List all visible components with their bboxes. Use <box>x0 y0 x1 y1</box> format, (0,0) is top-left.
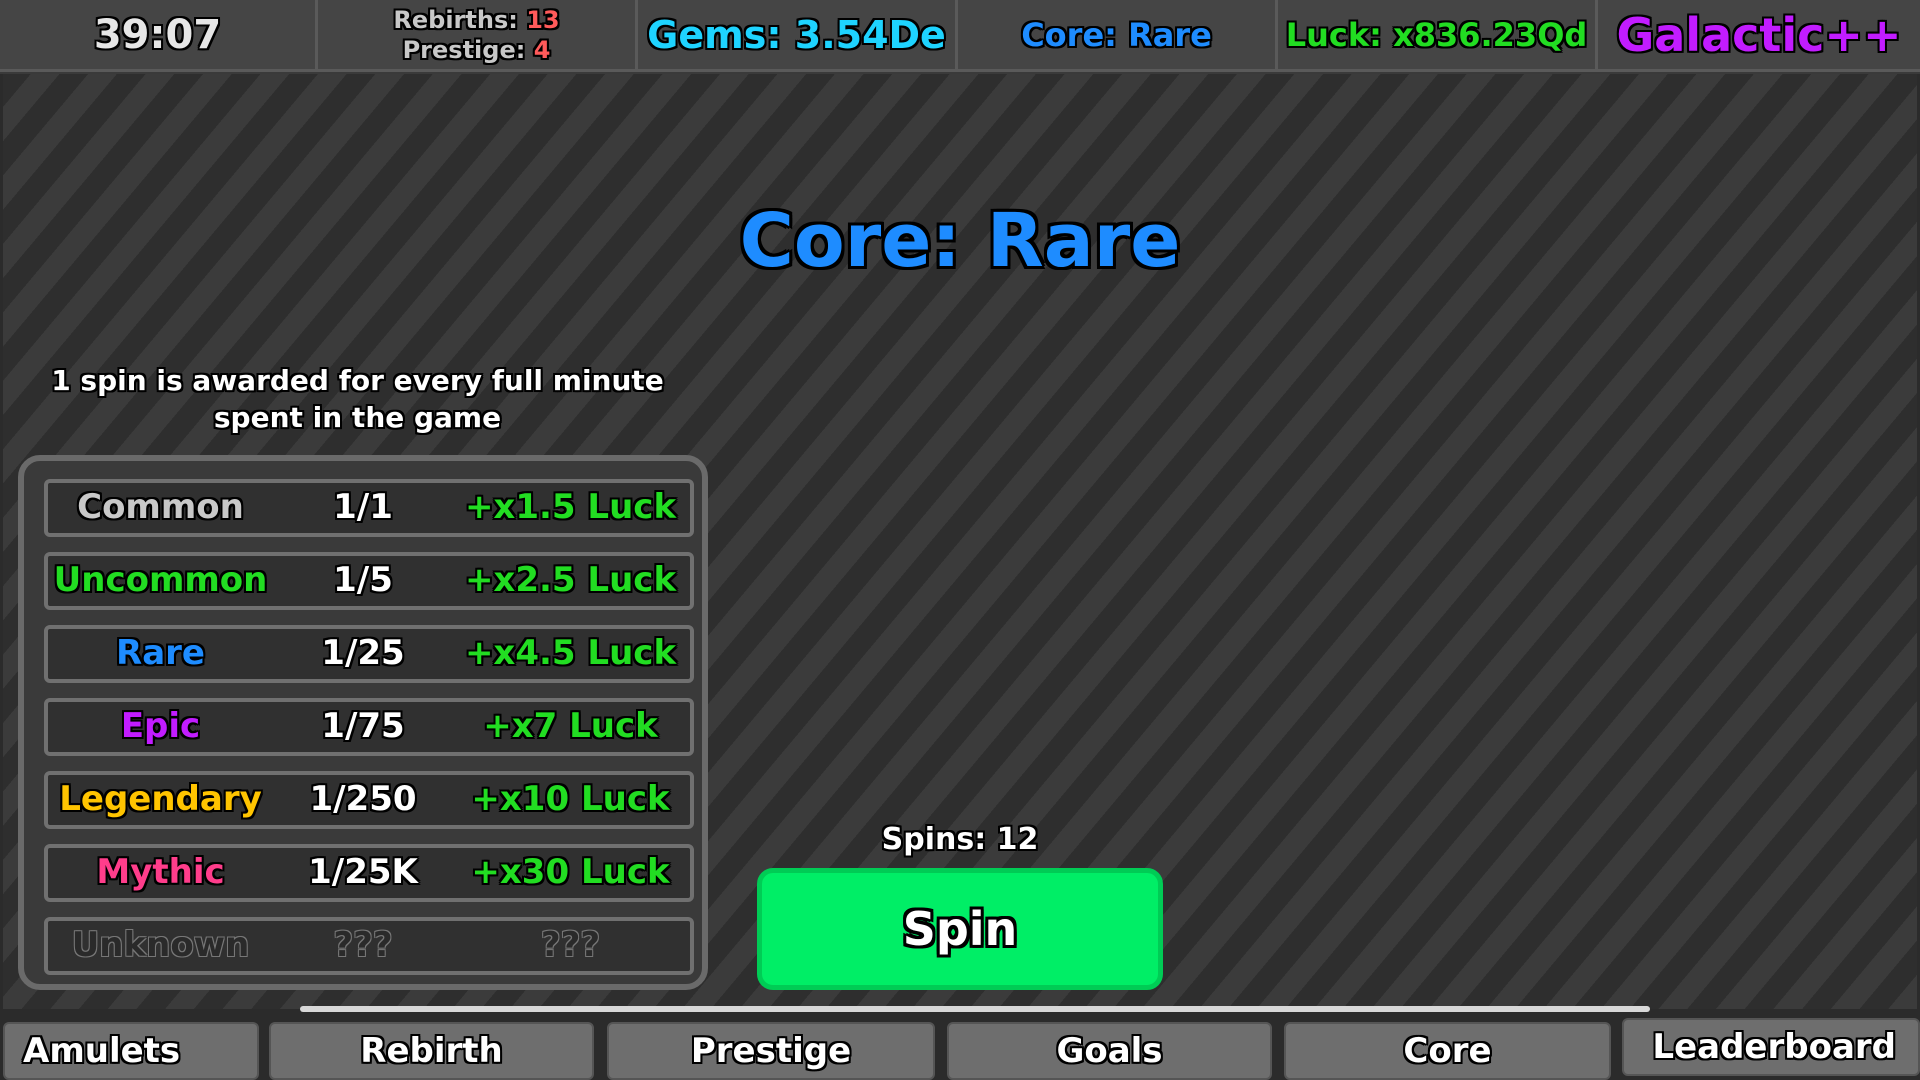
rarity-row-uncommon: Uncommon 1/5 +x2.5 Luck <box>44 552 694 610</box>
tab-goals[interactable]: Goals <box>947 1022 1272 1080</box>
rank-title: Galactic++ <box>1598 0 1920 72</box>
spin-info-text: 1 spin is awarded for every full minute … <box>51 364 664 434</box>
rarity-chance: ??? <box>333 925 393 965</box>
bottom-nav: Amulets Rebirth Prestige Goals Core Lead… <box>0 1012 1920 1080</box>
rarity-chance: 1/25 <box>321 633 405 673</box>
rarity-row-epic: Epic 1/75 +x7 Luck <box>44 698 694 756</box>
tab-core[interactable]: Core <box>1284 1022 1611 1080</box>
rebirths-count: Rebirths: 13 <box>393 5 560 34</box>
rarity-chance: 1/25K <box>308 852 418 892</box>
core-title: Core: Rare <box>739 198 1181 284</box>
rarity-name: Legendary <box>59 779 262 819</box>
rarity-row-rare: Rare 1/25 +x4.5 Luck <box>44 625 694 683</box>
rarity-bonus: +x4.5 Luck <box>464 633 677 673</box>
rarity-row-mythic: Mythic 1/25K +x30 Luck <box>44 844 694 902</box>
rarity-bonus: +x7 Luck <box>483 706 658 746</box>
rarity-table: Common 1/1 +x1.5 Luck Uncommon 1/5 +x2.5… <box>18 455 708 990</box>
rarity-name: Rare <box>116 633 205 673</box>
rarity-name: Uncommon <box>53 560 268 600</box>
rarity-chance: 1/1 <box>333 487 393 527</box>
rebirth-prestige-panel: Rebirths: 13 Prestige: 4 <box>318 0 638 72</box>
rarity-chance: 1/250 <box>309 779 417 819</box>
session-timer: 39:07 <box>0 0 318 72</box>
core-status: Core: Rare <box>958 0 1278 72</box>
rarity-name: Common <box>77 487 244 527</box>
rarity-chance: 1/5 <box>333 560 393 600</box>
rarity-row-common: Common 1/1 +x1.5 Luck <box>44 479 694 537</box>
rarity-row-legendary: Legendary 1/250 +x10 Luck <box>44 771 694 829</box>
top-stats-bar: 39:07 Rebirths: 13 Prestige: 4 Gems: 3.5… <box>0 0 1920 74</box>
prestige-count: Prestige: 4 <box>402 35 551 64</box>
tab-prestige[interactable]: Prestige <box>607 1022 935 1080</box>
gems-counter: Gems: 3.54De <box>638 0 958 72</box>
rarity-bonus: ??? <box>540 925 601 965</box>
spin-button[interactable]: Spin <box>757 868 1163 990</box>
rarity-chance: 1/75 <box>321 706 405 746</box>
rarity-name: Mythic <box>96 852 225 892</box>
rarity-bonus: +x1.5 Luck <box>464 487 677 527</box>
rarity-bonus: +x10 Luck <box>471 779 670 819</box>
luck-multiplier: Luck: x836.23Qd <box>1278 0 1598 72</box>
spins-count: Spins: 12 <box>881 822 1039 857</box>
tab-rebirth[interactable]: Rebirth <box>269 1022 594 1080</box>
rarity-bonus: +x2.5 Luck <box>464 560 677 600</box>
rarity-name: Epic <box>120 706 201 746</box>
rarity-row-unknown: Unknown ??? ??? <box>44 917 694 975</box>
rarity-name: Unknown <box>71 925 250 965</box>
tab-amulets[interactable]: Amulets <box>3 1022 259 1080</box>
tab-leaderboard[interactable]: Leaderboard <box>1622 1018 1920 1076</box>
rarity-bonus: +x30 Luck <box>471 852 670 892</box>
